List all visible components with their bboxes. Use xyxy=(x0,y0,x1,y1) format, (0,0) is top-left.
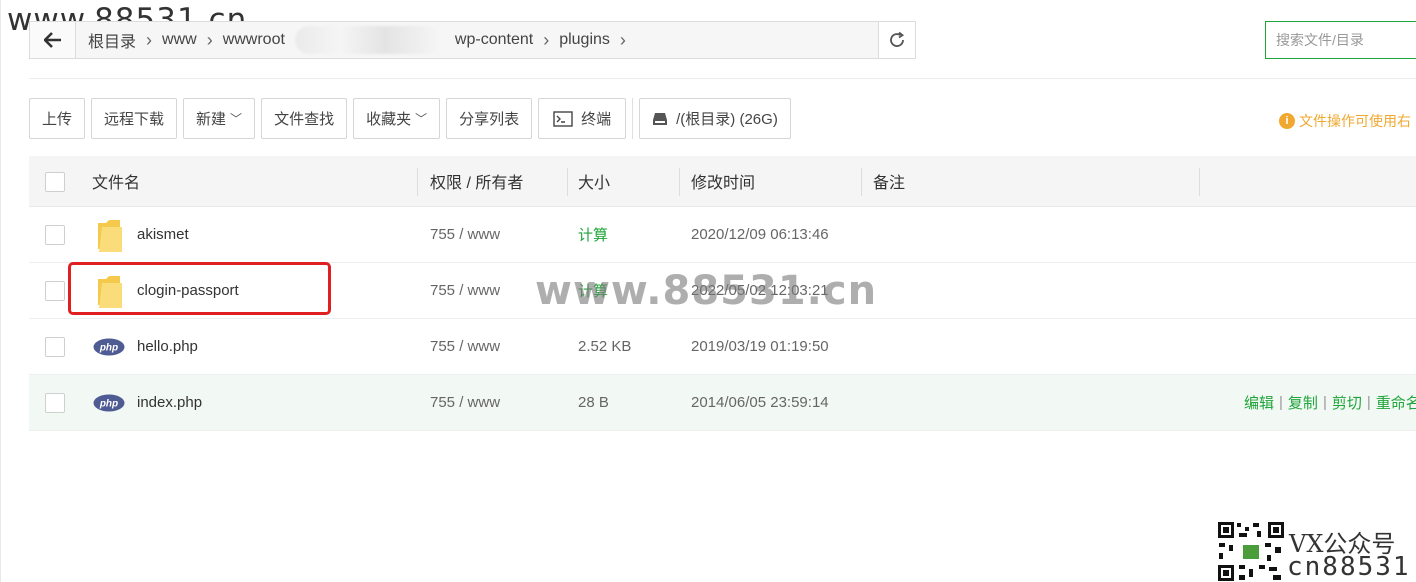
action-separator: | xyxy=(1366,394,1371,411)
file-time: 2020/12/09 06:13:46 xyxy=(691,226,829,243)
header-divider xyxy=(567,168,568,196)
blurred-crumb xyxy=(294,26,445,54)
calc-size-link[interactable]: 计算 xyxy=(578,207,608,262)
refresh-button[interactable] xyxy=(878,21,916,59)
chevron-down-icon: ﹀ xyxy=(230,112,243,126)
header-name[interactable]: 文件名 xyxy=(92,156,140,206)
row-actions: 编辑 | 复制 | 剪切 | 重命名 xyxy=(1244,375,1416,430)
table-row[interactable]: php hello.php 755 / www 2.52 KB 2019/03/… xyxy=(29,319,1416,375)
back-button[interactable] xyxy=(30,22,76,58)
file-perm[interactable]: 755 / www xyxy=(430,207,500,262)
toolbar-divider xyxy=(632,98,634,139)
remote-download-button[interactable]: 远程下载 xyxy=(91,98,178,139)
file-name[interactable]: hello.php xyxy=(137,338,198,355)
qr-code-icon xyxy=(1217,521,1285,582)
crumb-wwwroot[interactable]: wwwroot xyxy=(219,31,289,49)
new-label: 新建 xyxy=(196,111,227,128)
remote-download-label: 远程下载 xyxy=(104,111,165,128)
divider xyxy=(29,78,1416,79)
share-list-label: 分享列表 xyxy=(459,111,520,128)
select-all-checkbox[interactable] xyxy=(45,172,65,192)
favorites-button[interactable]: 收藏夹 ﹀ xyxy=(353,98,441,139)
action-separator: | xyxy=(1279,394,1283,411)
table-row[interactable]: php index.php 755 / www 28 B 2014/06/05 … xyxy=(29,375,1416,431)
search-input[interactable] xyxy=(1265,21,1416,59)
refresh-icon xyxy=(890,31,905,47)
toolbar: 上传 远程下载 新建 ﹀ 文件查找 收藏夹 ﹀ 分享列表 终端 /(根目录) (26… xyxy=(29,98,797,139)
cut-link[interactable]: 剪切 xyxy=(1332,392,1362,413)
upload-label: 上传 xyxy=(42,111,73,128)
disk-button[interactable]: /(根目录) (26G) xyxy=(639,98,791,139)
watermark-middle: www.88531.cn xyxy=(535,268,878,314)
terminal-icon xyxy=(553,110,573,127)
disk-icon xyxy=(653,112,668,125)
header-divider xyxy=(417,168,418,196)
header-perm[interactable]: 权限 / 所有者 xyxy=(430,156,523,206)
header-divider xyxy=(679,168,680,196)
chevron-down-icon: ﹀ xyxy=(415,112,428,126)
file-size: 28 B xyxy=(578,394,609,411)
row-checkbox[interactable] xyxy=(45,281,65,301)
header-size[interactable]: 大小 xyxy=(578,156,610,206)
terminal-button[interactable]: 终端 xyxy=(538,98,627,139)
copy-link[interactable]: 复制 xyxy=(1288,392,1318,413)
row-checkbox[interactable] xyxy=(45,393,65,413)
row-checkbox[interactable] xyxy=(45,225,65,245)
file-perm[interactable]: 755 / www xyxy=(430,263,500,318)
breadcrumb: 根目录 › www › wwwroot wp-content › plugins… xyxy=(76,22,632,58)
file-time: 2014/06/05 23:59:14 xyxy=(691,394,829,411)
file-perm[interactable]: 755 / www xyxy=(430,319,500,374)
find-label: 文件查找 xyxy=(274,111,335,128)
rename-link[interactable]: 重命名 xyxy=(1376,392,1416,413)
disk-label: /(根目录) (26G) xyxy=(676,111,778,128)
header-divider xyxy=(861,168,862,196)
share-list-button[interactable]: 分享列表 xyxy=(446,98,533,139)
file-name[interactable]: akismet xyxy=(137,226,189,243)
file-time: 2019/03/19 01:19:50 xyxy=(691,338,829,355)
row-checkbox[interactable] xyxy=(45,337,65,357)
chevron-right-icon: › xyxy=(206,29,213,50)
header-note: 备注 xyxy=(873,175,906,192)
file-manager: www.88531.cn 根目录 › www › wwwroot wp-cont… xyxy=(0,0,1416,582)
crumb-plugins[interactable]: plugins xyxy=(555,31,614,49)
crumb-www[interactable]: www xyxy=(158,31,201,49)
watermark-cn: cn88531 xyxy=(1287,552,1411,582)
action-separator: | xyxy=(1322,394,1327,411)
highlight-box xyxy=(68,262,331,315)
crumb-root[interactable]: 根目录 xyxy=(84,28,140,52)
favorites-label: 收藏夹 xyxy=(366,111,412,128)
path-bar: 根目录 › www › wwwroot wp-content › plugins… xyxy=(29,21,879,59)
edit-link[interactable]: 编辑 xyxy=(1244,392,1274,413)
arrow-left-icon xyxy=(43,32,61,48)
table-header: 文件名 权限 / 所有者 大小 修改时间 备注 xyxy=(29,156,1416,207)
header-divider xyxy=(1199,168,1200,196)
help-note-text: 文件操作可使用右 xyxy=(1299,113,1411,129)
find-button[interactable]: 文件查找 xyxy=(261,98,348,139)
chevron-right-icon: › xyxy=(619,29,626,50)
help-note: i 文件操作可使用右 xyxy=(1279,111,1411,131)
file-perm[interactable]: 755 / www xyxy=(430,375,500,430)
upload-button[interactable]: 上传 xyxy=(29,98,86,139)
crumb-wp-content[interactable]: wp-content xyxy=(451,31,537,49)
chevron-right-icon: › xyxy=(146,29,153,50)
chevron-right-icon: › xyxy=(543,29,550,50)
header-time[interactable]: 修改时间 xyxy=(691,156,755,206)
table-row[interactable]: akismet 755 / www 计算 2020/12/09 06:13:46 xyxy=(29,207,1416,263)
file-size: 2.52 KB xyxy=(578,338,632,355)
new-button[interactable]: 新建 ﹀ xyxy=(183,98,256,139)
terminal-label: 终端 xyxy=(581,111,612,128)
file-name[interactable]: index.php xyxy=(137,394,202,411)
info-icon: i xyxy=(1279,113,1295,129)
